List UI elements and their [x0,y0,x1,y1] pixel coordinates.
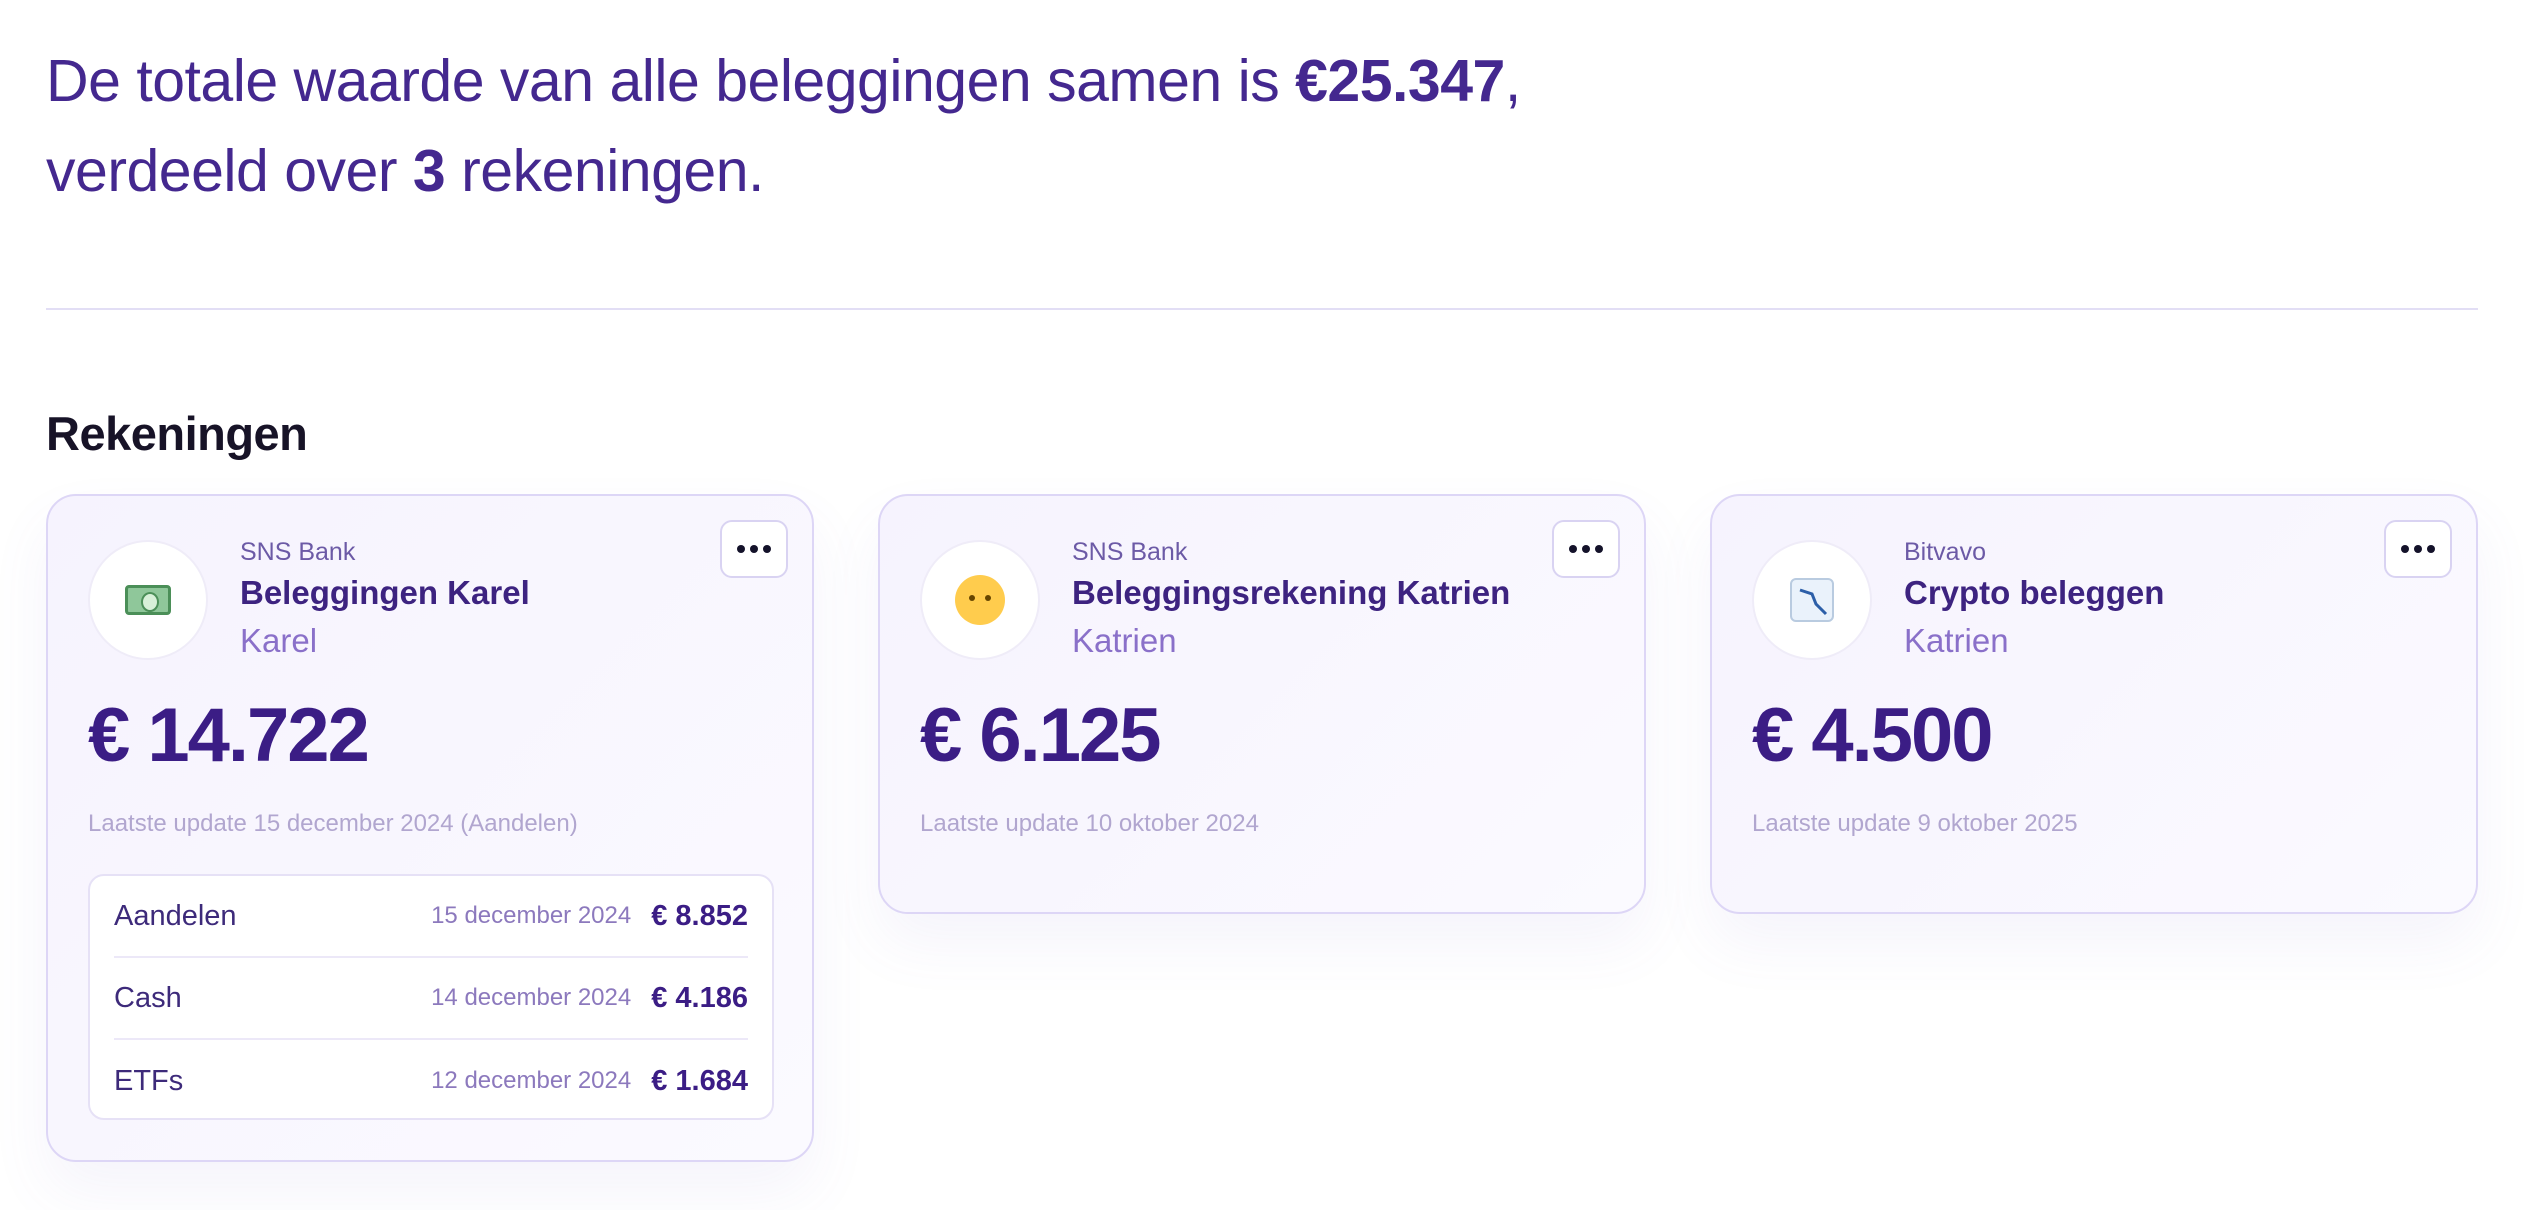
account-name: Crypto beleggen [1904,574,2165,611]
position-row[interactable]: Aandelen 15 december 2024 € 8.852 [114,876,748,958]
summary-total-value: €25.347 [1295,48,1505,114]
positions-list: Aandelen 15 december 2024 € 8.852 Cash 1… [88,874,774,1120]
position-date: 14 december 2024 [431,984,632,1011]
account-owner: Karel [240,622,318,659]
summary-line2-prefix: verdeeld over [46,138,413,204]
account-bank: SNS Bank [1072,538,1188,566]
more-options-button[interactable] [720,520,788,578]
account-card-katrien[interactable]: SNS Bank Beleggingsrekening Katrien Katr… [878,494,1646,914]
portfolio-summary: De totale waarde van alle beleggingen sa… [46,36,1521,216]
account-last-update: Laatste update 15 december 2024 (Aandele… [88,810,578,837]
more-options-button[interactable] [1552,520,1620,578]
summary-line1-suffix: , [1504,48,1521,114]
position-label: Aandelen [114,899,237,932]
position-row[interactable]: ETFs 12 december 2024 € 1.684 [114,1040,748,1122]
account-bank: Bitvavo [1904,538,1986,566]
position-label: Cash [114,981,182,1014]
banknote-icon [88,540,208,660]
section-divider [46,308,2478,310]
chart-decreasing-icon [1752,540,1872,660]
baby-icon [920,540,1040,660]
account-amount: € 14.722 [88,693,370,778]
summary-line2-suffix: rekeningen. [445,138,764,204]
investments-page: De totale waarde van alle beleggingen sa… [0,0,2530,1210]
more-options-button[interactable] [2384,520,2452,578]
position-value: € 1.684 [651,1064,748,1097]
account-amount: € 4.500 [1752,693,1994,778]
account-last-update: Laatste update 9 oktober 2025 [1752,810,2078,837]
account-owner: Katrien [1072,622,1177,659]
position-value: € 4.186 [651,981,748,1014]
summary-line1-prefix: De totale waarde van alle beleggingen sa… [46,48,1296,114]
account-name: Beleggingen Karel [240,574,530,611]
account-amount: € 6.125 [920,693,1162,778]
position-label: ETFs [114,1064,184,1097]
section-title: Rekeningen [46,407,308,460]
account-bank: SNS Bank [240,538,356,566]
account-last-update: Laatste update 10 oktober 2024 [920,810,1259,837]
account-owner: Katrien [1904,622,2009,659]
account-card-karel[interactable]: SNS Bank Beleggingen Karel Karel € 14.72… [46,494,814,1162]
position-date: 12 december 2024 [431,1067,632,1094]
position-row[interactable]: Cash 14 december 2024 € 4.186 [114,958,748,1040]
account-card-crypto[interactable]: Bitvavo Crypto beleggen Katrien € 4.500 … [1710,494,2478,914]
position-date: 15 december 2024 [431,902,632,929]
summary-account-count: 3 [412,138,446,204]
position-value: € 8.852 [651,899,748,932]
account-name: Beleggingsrekening Katrien [1072,574,1511,611]
